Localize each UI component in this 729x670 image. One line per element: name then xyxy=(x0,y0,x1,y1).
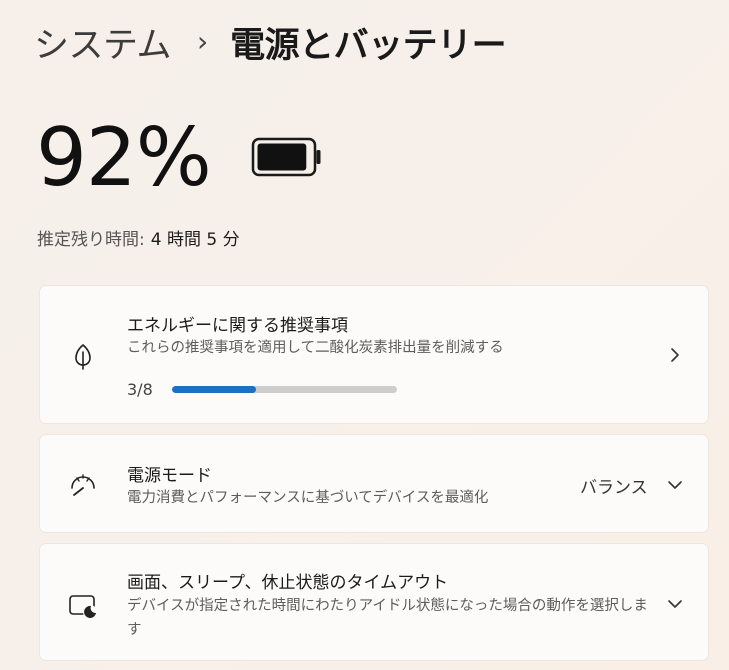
power-mode-description: 電力消費とパフォーマンスに基づいてデバイスを最適化 xyxy=(127,490,489,506)
battery-estimate-value: 4 時間 5 分 xyxy=(150,230,240,250)
battery-estimate: 推定残り時間: 4 時間 5 分 xyxy=(37,225,240,250)
energy-recommendations-description: これらの推奨事項を適用して二酸化炭素排出量を削減する xyxy=(127,340,504,356)
recommendations-progress-bar xyxy=(172,386,397,393)
recommendations-progress: 3/8 xyxy=(127,380,397,399)
screen-sleep-timeout-card[interactable]: 画面、スリープ、休止状態のタイムアウト デバイスが指定された時間にわたりアイドル… xyxy=(39,543,709,661)
energy-recommendations-title: エネルギーに関する推奨事項 xyxy=(127,316,348,336)
battery-status: 92% xyxy=(36,112,323,204)
page-title: 電源とバッテリー xyxy=(230,25,507,66)
power-mode-dropdown-value[interactable]: バランス xyxy=(580,473,648,498)
chevron-down-icon[interactable] xyxy=(666,476,684,494)
leaf-icon xyxy=(68,341,98,371)
recommendations-progress-text: 3/8 xyxy=(127,380,153,399)
battery-estimate-label: 推定残り時間: xyxy=(37,230,145,250)
screen-sleep-icon xyxy=(68,591,98,621)
power-mode-card[interactable]: 電源モード 電力消費とパフォーマンスに基づいてデバイスを最適化 バランス xyxy=(39,434,709,533)
chevron-right-icon[interactable] xyxy=(666,346,684,364)
chevron-down-icon[interactable] xyxy=(666,595,684,613)
gauge-icon xyxy=(68,469,98,499)
screen-sleep-timeout-title: 画面、スリープ、休止状態のタイムアウト xyxy=(127,573,449,593)
breadcrumb-separator: › xyxy=(196,24,209,58)
battery-icon xyxy=(251,136,323,182)
power-mode-title: 電源モード xyxy=(127,466,212,486)
screen-sleep-timeout-description: デバイスが指定された時間にわたりアイドル状態になった場合の動作を選択します xyxy=(127,598,648,638)
breadcrumb-parent-system[interactable]: システム xyxy=(34,17,171,68)
recommendations-progress-fill xyxy=(172,386,257,393)
breadcrumb: システム › 電源とバッテリー xyxy=(34,14,507,70)
energy-recommendations-card[interactable]: エネルギーに関する推奨事項 これらの推奨事項を適用して二酸化炭素排出量を削減する… xyxy=(39,285,709,424)
battery-percentage: 92% xyxy=(36,111,212,204)
